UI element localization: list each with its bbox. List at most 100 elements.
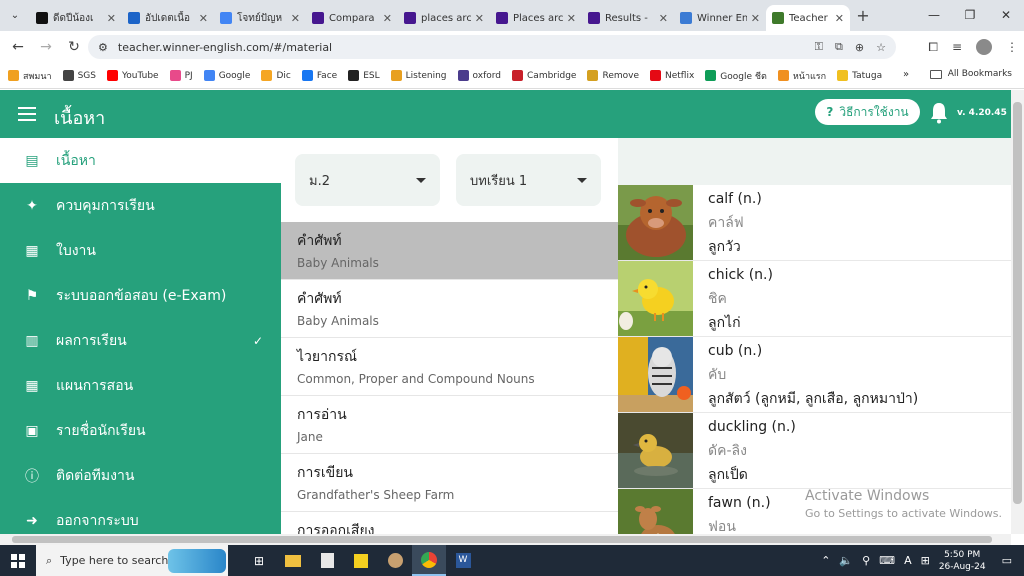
bookmarks-overflow-icon[interactable]: » (903, 69, 909, 80)
url-input[interactable]: ⚙ teacher.winner-english.com/#/material … (88, 35, 896, 59)
bookmark-item[interactable]: SGS (62, 69, 96, 83)
vocabulary-row[interactable]: chick (n.) ชิค ลูกไก่ (618, 261, 1011, 337)
lesson-list-item[interactable]: การเขียน Grandfather's Sheep Farm (281, 454, 618, 512)
input-language[interactable]: A (904, 554, 912, 567)
close-tab-icon[interactable]: ✕ (475, 12, 484, 25)
bookmark-item[interactable]: สพมนา (8, 69, 52, 83)
browser-tab[interactable]: Teacher A ✕ (766, 5, 850, 31)
vertical-scrollbar[interactable] (1011, 90, 1024, 534)
lesson-list-item[interactable]: คำศัพท์ Baby Animals (281, 222, 618, 280)
sidebar-item[interactable]: ⚑ ระบบออกข้อสอบ (e-Exam) (0, 273, 281, 318)
close-window-icon[interactable]: ✕ (988, 0, 1024, 31)
bookmark-item[interactable]: Cambridge (512, 69, 576, 83)
close-tab-icon[interactable]: ✕ (567, 12, 576, 25)
sidebar-item[interactable]: ✦ ควบคุมการเรียน (0, 183, 281, 228)
bookmark-item[interactable]: หน้าแรก (777, 69, 826, 83)
lesson-list-item[interactable]: คำศัพท์ Baby Animals (281, 280, 618, 338)
keyboard-icon[interactable]: ⌨ (879, 554, 895, 567)
scroll-thumb[interactable] (12, 536, 992, 543)
bookmark-item[interactable]: Tatuga (837, 69, 882, 83)
horizontal-scrollbar[interactable] (0, 534, 1011, 545)
system-clock[interactable]: 5:50 PM 26-Aug-24 (939, 549, 986, 573)
minimize-icon[interactable]: — (916, 0, 952, 31)
notification-bell-icon[interactable] (930, 102, 948, 124)
site-info-icon[interactable]: ⚙ (98, 41, 108, 54)
sidebar-item[interactable]: ▥ ผลการเรียน ✓ (0, 318, 281, 363)
tab-label: Results - (605, 12, 648, 24)
bookmark-item[interactable]: PJ (169, 69, 193, 83)
restore-icon[interactable]: ❐ (952, 0, 988, 31)
bookmark-item[interactable]: Dic (261, 69, 291, 83)
close-tab-icon[interactable]: ✕ (291, 12, 300, 25)
browser-tab[interactable]: Results - ✕ (582, 5, 674, 31)
grade-select[interactable]: ม.2 (295, 154, 440, 206)
bookmark-item[interactable]: Listening (390, 69, 447, 83)
sidebar-item[interactable]: ▣ รายชื่อนักเรียน (0, 408, 281, 453)
browser-tab[interactable]: Places arc ✕ (490, 5, 582, 31)
sidebar-item[interactable]: ➜ ออกจากระบบ (0, 498, 281, 534)
browser-tab[interactable]: อัปเดตเนื้อ ✕ (122, 5, 214, 31)
browser-tab[interactable]: Winner En ✕ (674, 5, 766, 31)
browser-tab[interactable]: โจทย์ปัญห ✕ (214, 5, 306, 31)
back-icon[interactable]: ← (4, 39, 32, 55)
bookmark-item[interactable]: Google ชีต (705, 69, 767, 83)
extensions-icon[interactable]: ⧠ (928, 40, 938, 55)
task-view-icon[interactable]: ⊞ (242, 545, 276, 576)
close-tab-icon[interactable]: ✕ (835, 12, 844, 25)
bookmark-item[interactable]: Remove (587, 69, 639, 83)
bookmark-item[interactable]: YouTube (106, 69, 159, 83)
media-controls-icon[interactable]: ≡ (952, 40, 962, 54)
forward-icon[interactable]: → (32, 39, 60, 55)
bookmark-item[interactable]: oxford (457, 69, 501, 83)
vocabulary-row[interactable]: duckling (n.) ดัค-ลิง ลูกเป็ด (618, 413, 1011, 489)
lesson-list-item[interactable]: การอ่าน Jane (281, 396, 618, 454)
network-icon[interactable]: ⚲ (862, 554, 870, 567)
browser-tab[interactable]: ดีดปีน้องเ ✕ (30, 5, 122, 31)
bookmark-item[interactable]: Netflix (650, 69, 694, 83)
install-app-icon[interactable]: ⧉ (835, 40, 843, 54)
tray-overflow-icon[interactable]: ⌃ (821, 554, 830, 567)
lesson-list-item[interactable]: ไวยากรณ์ Common, Proper and Compound Noun… (281, 338, 618, 396)
chrome-taskbar-icon[interactable] (412, 545, 446, 576)
password-key-icon[interactable]: ⚿ (815, 40, 823, 54)
sidebar-item[interactable]: ▦ ใบงาน (0, 228, 281, 273)
close-tab-icon[interactable]: ✕ (383, 12, 392, 25)
chevron-down-icon[interactable]: ✓ (253, 334, 263, 348)
all-bookmarks-button[interactable]: All Bookmarks (929, 69, 1012, 79)
sidebar-item[interactable]: ⓘ ติดต่อทีมงาน (0, 453, 281, 498)
sticky-notes-icon[interactable] (344, 545, 378, 576)
word-icon[interactable]: W (446, 545, 480, 576)
close-tab-icon[interactable]: ✕ (751, 12, 760, 25)
profile-avatar[interactable] (976, 39, 992, 55)
lesson-select[interactable]: บทเรียน 1 (456, 154, 601, 206)
new-tab-button[interactable]: + (850, 6, 876, 25)
hamburger-menu-icon[interactable] (18, 107, 36, 121)
tab-search-icon[interactable]: ⌄ (0, 0, 30, 31)
browser-menu-icon[interactable]: ⋮ (1006, 40, 1018, 54)
reload-icon[interactable]: ↻ (60, 39, 88, 55)
zoom-icon[interactable]: ⊕ (855, 41, 864, 54)
volume-icon[interactable]: 🔈 (839, 554, 853, 567)
sidebar-item[interactable]: ▦ แผนการสอน (0, 363, 281, 408)
vocabulary-row[interactable]: calf (n.) คาล์ฟ ลูกวัว (618, 185, 1011, 261)
close-tab-icon[interactable]: ✕ (199, 12, 208, 25)
browser-tab[interactable]: Compara ✕ (306, 5, 398, 31)
browser-tab[interactable]: places arc ✕ (398, 5, 490, 31)
ime-icon[interactable]: ⊞ (921, 554, 930, 567)
windows-start-icon[interactable] (0, 545, 36, 576)
lesson-list-item[interactable]: การออกเสียง (281, 512, 618, 534)
notifications-icon[interactable]: ▭ (1002, 554, 1012, 567)
paint-icon[interactable] (378, 545, 412, 576)
scroll-thumb[interactable] (1013, 102, 1022, 504)
bookmark-star-icon[interactable]: ☆ (876, 41, 886, 54)
vocabulary-row[interactable]: cub (n.) คับ ลูกสัตว์ (ลูกหมี, ลูกเสือ, ลู… (618, 337, 1011, 413)
close-tab-icon[interactable]: ✕ (107, 12, 116, 25)
help-button[interactable]: ? วิธีการใช้งาน (815, 99, 920, 125)
file-explorer-icon[interactable] (276, 545, 310, 576)
bookmark-item[interactable]: Google (203, 69, 250, 83)
bookmark-item[interactable]: Face (301, 69, 337, 83)
close-tab-icon[interactable]: ✕ (659, 12, 668, 25)
notepad-icon[interactable] (310, 545, 344, 576)
bookmark-item[interactable]: ESL (348, 69, 380, 83)
sidebar-item[interactable]: ▤ เนื้อหา (0, 138, 281, 183)
